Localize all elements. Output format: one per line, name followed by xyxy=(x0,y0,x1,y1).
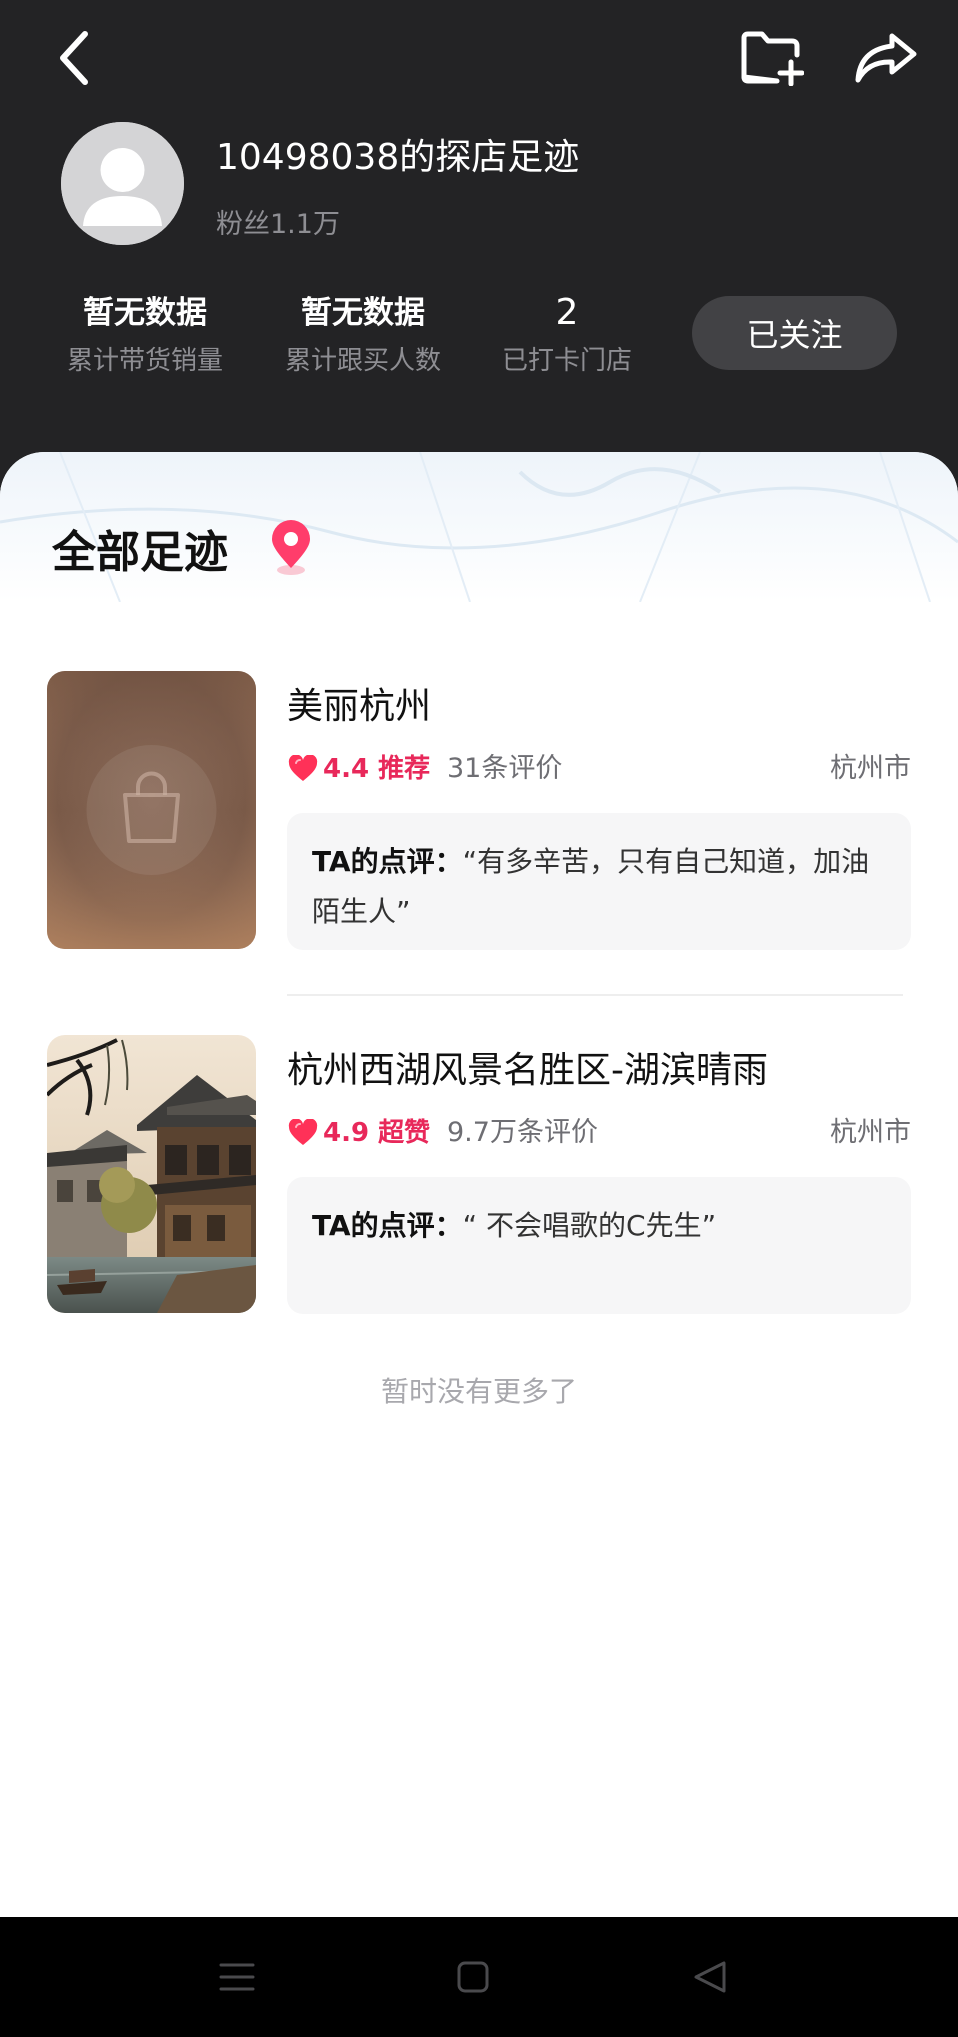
review-count: 31条评价 xyxy=(447,753,563,784)
review-count: 9.7万条评价 xyxy=(447,1117,598,1148)
stat-checkins[interactable]: 2 已打卡门店 xyxy=(467,292,667,378)
end-of-list-text: 暂时没有更多了 xyxy=(380,1375,577,1408)
follow-button[interactable]: 已关注 xyxy=(692,296,897,370)
stat-value: 2 xyxy=(555,292,579,333)
profile-name: 10498038的探店足迹 xyxy=(216,137,580,178)
store-name[interactable]: 杭州西湖风景名胜区-湖滨晴雨 xyxy=(287,1041,768,1093)
map-pin-icon xyxy=(272,520,310,575)
review-text: “ 不会唱歌的C先生” xyxy=(462,1209,717,1242)
heart-icon xyxy=(288,755,318,781)
triangle-back-icon xyxy=(694,1961,726,1993)
system-navbar xyxy=(0,1917,958,2037)
share-button[interactable] xyxy=(846,22,926,94)
fan-count: 粉丝1.1万 xyxy=(216,209,340,240)
system-back-button[interactable] xyxy=(675,1947,745,2007)
rating-row: 4.4 推荐 31条评价 杭州市 xyxy=(287,749,911,789)
default-user-avatar-icon xyxy=(61,122,184,245)
review-box: TA的点评：“有多辛苦，只有自己知道，加油陌生人” xyxy=(287,813,911,950)
rating-row: 4.9 超赞 9.7万条评价 杭州市 xyxy=(287,1113,911,1153)
folder-plus-icon xyxy=(741,31,804,86)
review-box: TA的点评：“ 不会唱歌的C先生” xyxy=(287,1177,911,1314)
rating-score: 4.4 推荐 xyxy=(323,754,431,784)
screen: 10498038的探店足迹 粉丝1.1万 暂无数据 累计带货销量 暂无数据 累计… xyxy=(0,0,958,2037)
city-label: 杭州市 xyxy=(830,753,911,784)
share-arrow-icon xyxy=(855,33,917,83)
add-to-favorites-button[interactable] xyxy=(732,22,812,94)
stat-value: 暂无数据 xyxy=(83,295,207,331)
section-title: 全部足迹 xyxy=(52,527,228,578)
menu-lines-icon xyxy=(219,1963,255,1991)
review-prefix: TA的点评： xyxy=(312,845,463,878)
store-thumbnail[interactable] xyxy=(47,1035,256,1313)
rating-score: 4.9 超赞 xyxy=(323,1118,431,1148)
stat-label: 累计带货销量 xyxy=(66,346,223,376)
footprint-sheet: 全部足迹 美丽杭州 4.4 推荐 31条评价 杭州市 TA的点评：“有多辛苦，只… xyxy=(0,452,958,1922)
water-town-photo-icon xyxy=(47,1035,256,1313)
store-name[interactable]: 美丽杭州 xyxy=(287,677,431,729)
store-thumbnail[interactable] xyxy=(47,671,256,949)
stat-label: 已打卡门店 xyxy=(501,346,632,376)
stat-label: 累计跟买人数 xyxy=(284,346,441,376)
recent-apps-button[interactable] xyxy=(202,1947,272,2007)
divider xyxy=(287,994,903,996)
city-label: 杭州市 xyxy=(830,1117,911,1148)
profile-header: 10498038的探店足迹 粉丝1.1万 暂无数据 累计带货销量 暂无数据 累计… xyxy=(0,0,958,500)
heart-icon xyxy=(288,1119,318,1145)
home-button[interactable] xyxy=(438,1947,508,2007)
review-prefix: TA的点评： xyxy=(312,1209,463,1242)
stat-followers-buy: 暂无数据 累计跟买人数 xyxy=(263,292,463,378)
square-home-icon xyxy=(457,1961,489,1993)
shopping-bag-icon xyxy=(47,671,256,949)
chevron-left-icon xyxy=(60,31,88,85)
back-button[interactable] xyxy=(40,20,110,96)
stat-value: 暂无数据 xyxy=(301,295,425,331)
stat-sales: 暂无数据 累计带货销量 xyxy=(45,292,245,378)
avatar[interactable] xyxy=(61,122,184,245)
